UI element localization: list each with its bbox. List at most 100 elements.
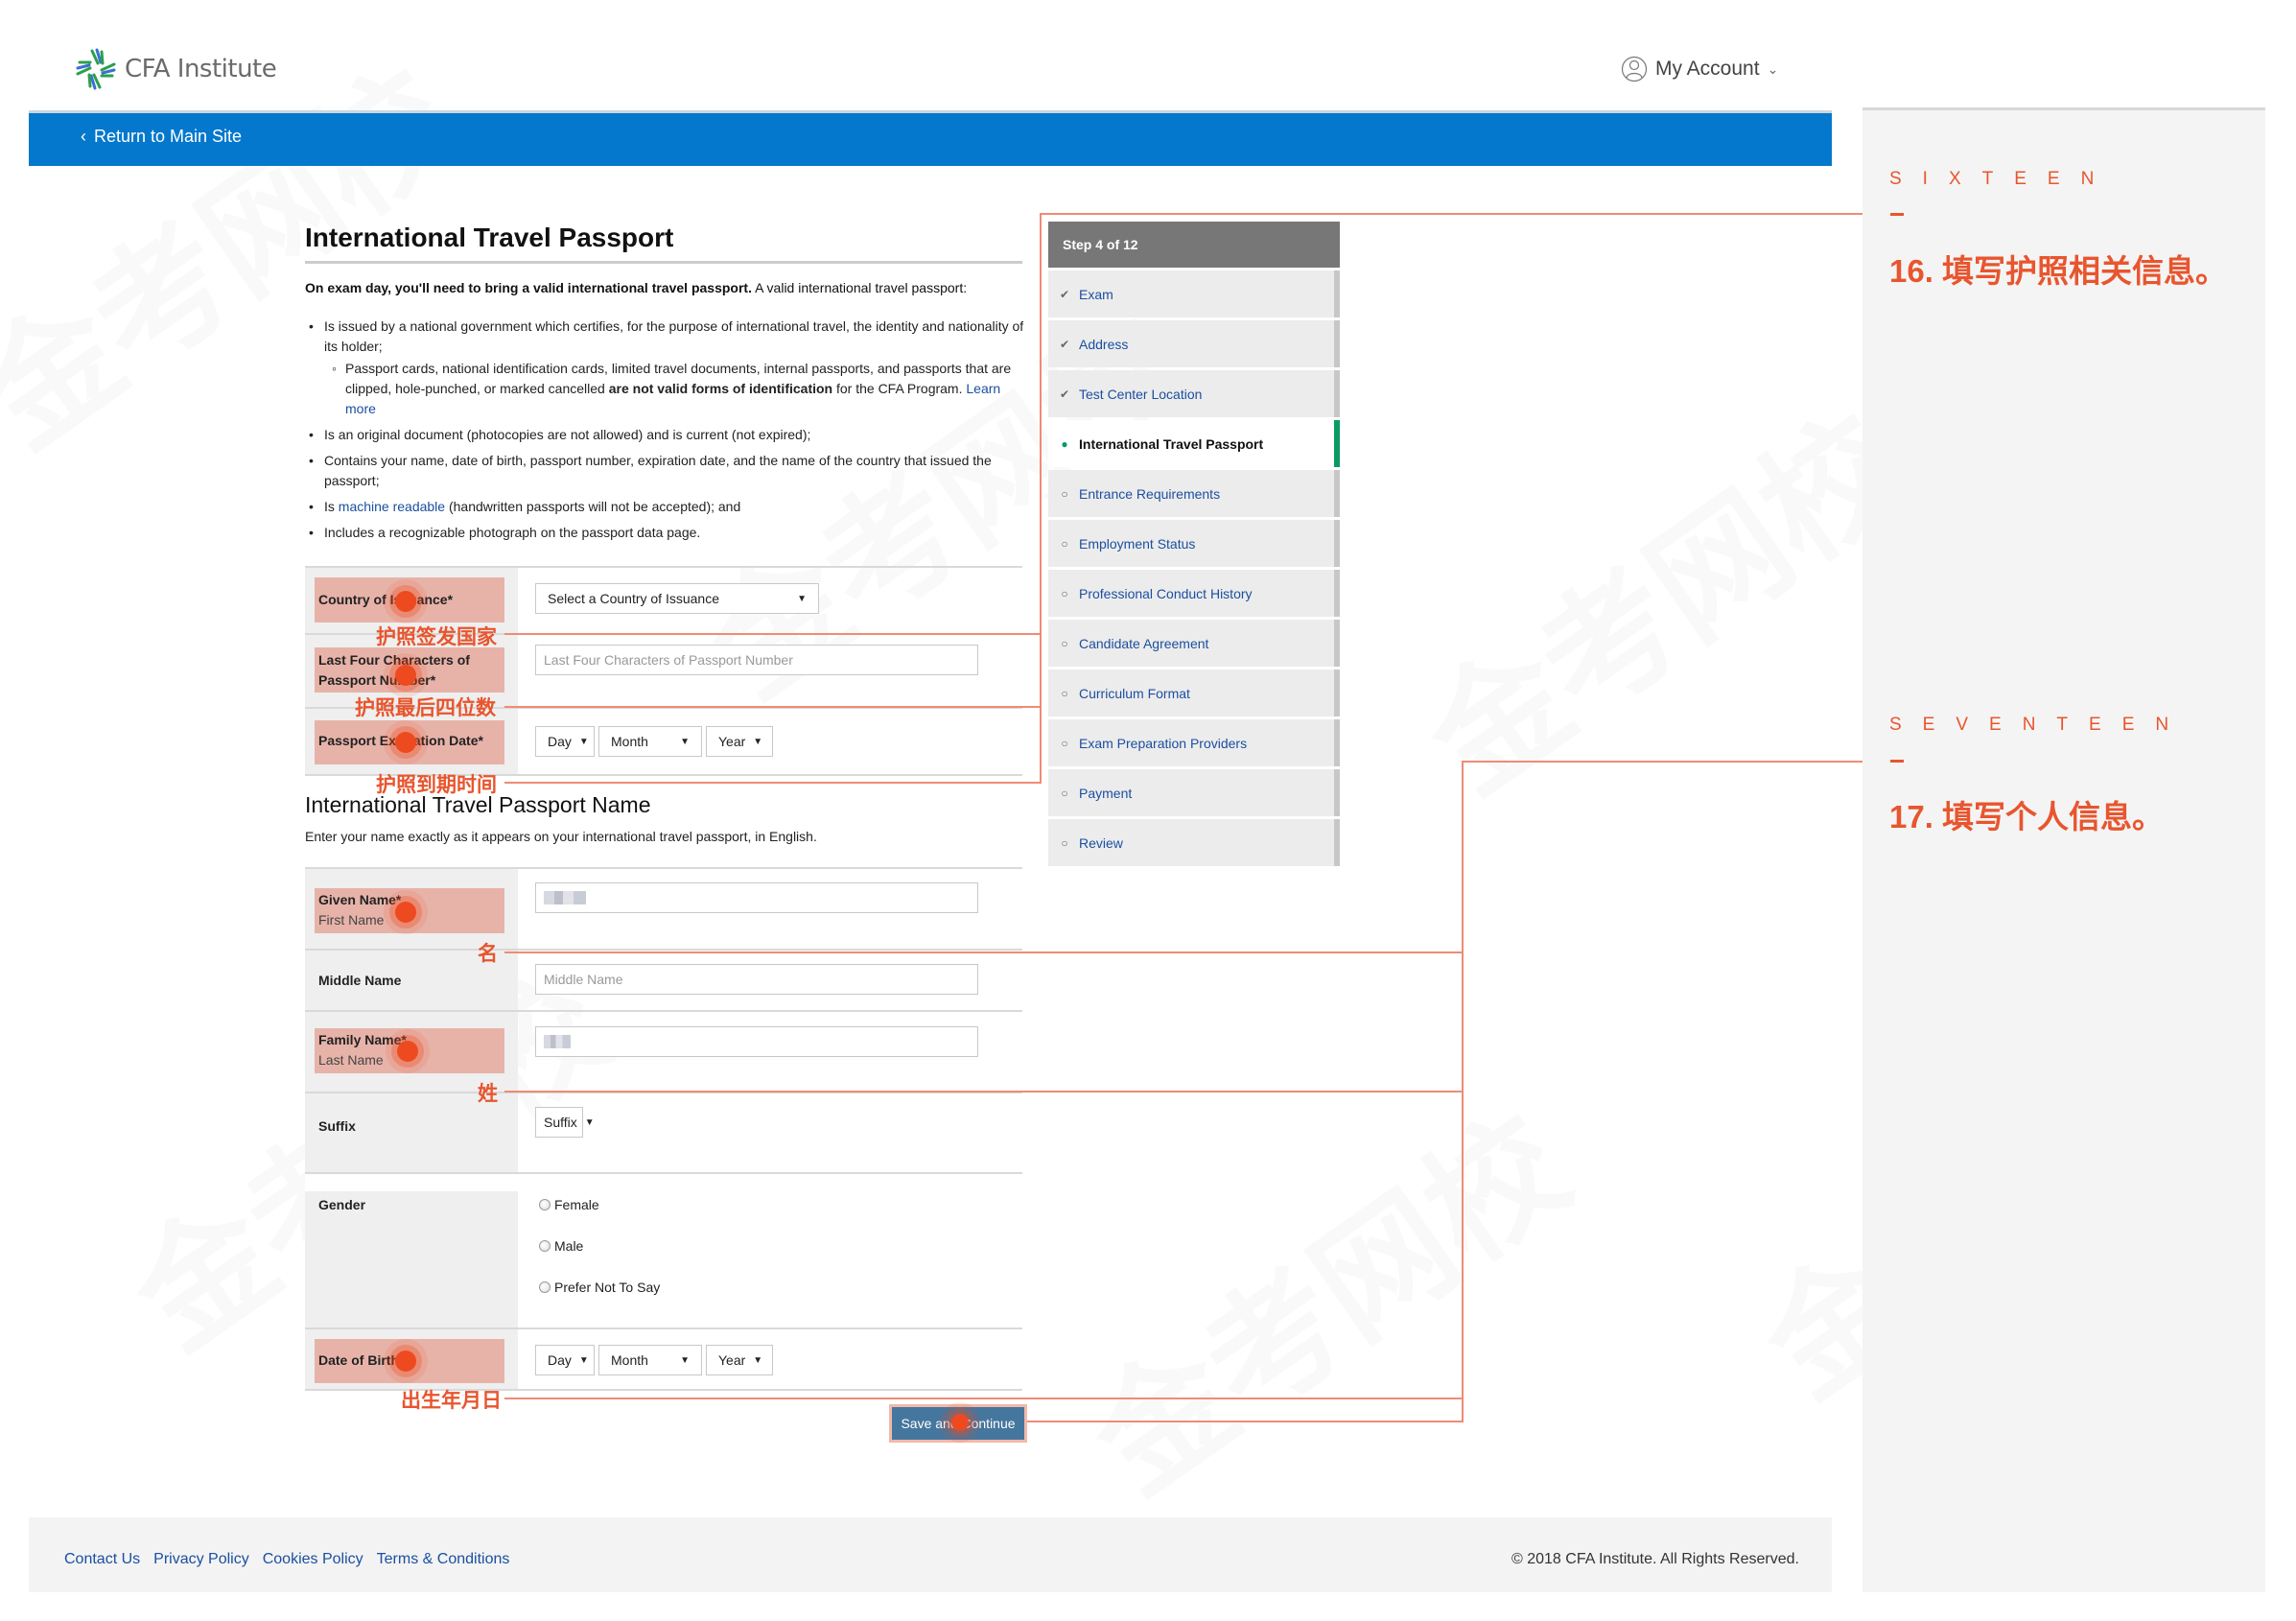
annotation-last-four: 护照最后四位数	[355, 697, 496, 719]
gender-prefer-not-radio[interactable]: Prefer Not To Say	[539, 1280, 660, 1295]
click-marker	[395, 665, 416, 686]
requirement-text: Is issued by a national government which…	[324, 318, 1024, 354]
dob-day-select[interactable]: Day ▼	[535, 1345, 595, 1375]
step-item-entrance-requirements[interactable]: ○ Entrance Requirements	[1048, 470, 1340, 517]
footer-link-cookies-policy[interactable]: Cookies Policy	[263, 1551, 363, 1568]
step-item-professional-conduct-history[interactable]: ○ Professional Conduct History	[1048, 570, 1340, 617]
step-label: Employment Status	[1079, 535, 1196, 552]
requirement-bold: are not valid forms of identification	[608, 381, 833, 396]
last-four-input[interactable]: Last Four Characters of Passport Number	[535, 645, 978, 675]
machine-readable-link[interactable]: machine readable	[339, 499, 445, 514]
step-item-exam-preparation-providers[interactable]: ○ Exam Preparation Providers	[1048, 719, 1340, 766]
step-label: Address	[1079, 336, 1129, 352]
step-label: Payment	[1079, 785, 1133, 801]
checkmark-icon: ✔	[1059, 337, 1070, 351]
expiration-year-select[interactable]: Year ▼	[706, 726, 773, 757]
year-value: Year	[718, 1352, 746, 1368]
registration-stepper: Step 4 of 12 ✔ Exam ✔ Address ✔ Test Center L…	[1048, 222, 1340, 866]
checkmark-icon: ✔	[1059, 287, 1070, 301]
watermark: 金考网校	[1384, 363, 1935, 830]
annotation-bracket	[1462, 761, 1464, 1422]
step16-title: 16. 填写护照相关信息。	[1889, 253, 2228, 289]
expiration-month-select[interactable]: Month ▼	[598, 726, 702, 757]
dropdown-arrow-icon: ▼	[753, 736, 763, 747]
gender-male-radio[interactable]: Male	[539, 1238, 583, 1254]
gender-label: Gender	[318, 1197, 366, 1212]
suffix-row: Suffix Suffix ▼	[305, 1092, 1022, 1174]
radio-icon	[539, 1281, 551, 1293]
step-item-curriculum-format[interactable]: ○ Curriculum Format	[1048, 670, 1340, 717]
intro-bold: On exam day, you'll need to bring a vali…	[305, 280, 752, 295]
dropdown-arrow-icon: ▼	[578, 736, 589, 747]
requirement-text: Includes a recognizable photograph on th…	[324, 525, 701, 540]
cfa-logo-icon	[76, 48, 116, 90]
click-marker	[395, 902, 416, 923]
step-item-employment-status[interactable]: ○ Employment Status	[1048, 520, 1340, 567]
footer-link-contact-us[interactable]: Contact Us	[64, 1551, 140, 1568]
my-account-label: My Account	[1655, 58, 1760, 80]
step-item-candidate-agreement[interactable]: ○ Candidate Agreement	[1048, 620, 1340, 667]
circle-icon: ○	[1061, 686, 1068, 700]
date-of-birth-row: Date of Birth* Day ▼ Month ▼ Year ▼	[305, 1327, 1022, 1389]
annotation-line	[504, 633, 1042, 635]
middle-name-label: Middle Name	[318, 973, 402, 988]
circle-icon: ○	[1061, 486, 1068, 501]
intro-rest: A valid international travel passport:	[751, 280, 968, 295]
step-label: Review	[1079, 834, 1123, 851]
annotation-line	[504, 1091, 1463, 1092]
dob-year-select[interactable]: Year ▼	[706, 1345, 773, 1375]
step-item-exam[interactable]: ✔ Exam	[1048, 270, 1340, 317]
country-select-value: Select a Country of Issuance	[548, 591, 719, 606]
footer-link-privacy-policy[interactable]: Privacy Policy	[153, 1551, 249, 1568]
family-name-input[interactable]	[535, 1026, 978, 1057]
annotation-line	[504, 951, 1463, 953]
requirement-text: Contains your name, date of birth, passp…	[324, 453, 992, 488]
step-item-review[interactable]: ○ Review	[1048, 819, 1340, 866]
footer-links: Contact Us Privacy Policy Cookies Policy…	[64, 1551, 509, 1568]
circle-icon: ○	[1061, 636, 1068, 650]
stepper-header: Step 4 of 12	[1048, 222, 1340, 268]
gender-row: Gender Female Male Prefer Not To Say	[305, 1174, 1022, 1327]
blurred-value	[544, 891, 586, 904]
return-to-main-site-link[interactable]: ‹ Return to Main Site	[81, 127, 242, 147]
suffix-select[interactable]: Suffix ▼	[535, 1107, 595, 1138]
last-four-label-line2: Passport Number*	[318, 672, 436, 688]
step-item-payment[interactable]: ○ Payment	[1048, 769, 1340, 816]
footer-link-terms[interactable]: Terms & Conditions	[377, 1551, 510, 1568]
step-label: Exam	[1079, 286, 1113, 302]
return-link-label: Return to Main Site	[94, 127, 243, 146]
step-item-international-travel-passport[interactable]: ● International Travel Passport	[1048, 420, 1340, 467]
step-item-address[interactable]: ✔ Address	[1048, 320, 1340, 367]
annotation-country: 护照签发国家	[376, 626, 497, 648]
cfa-logo[interactable]: CFA Institute	[75, 48, 277, 90]
family-name-sub: Last Name	[318, 1052, 384, 1068]
page-title: International Travel Passport	[305, 223, 674, 252]
radio-icon	[539, 1240, 551, 1252]
requirement-item: Includes a recognizable photograph on th…	[305, 523, 1034, 543]
dob-month-select[interactable]: Month ▼	[598, 1345, 702, 1375]
requirement-item: Is machine readable (handwritten passpor…	[305, 497, 1034, 517]
annotation-line	[1040, 213, 1863, 215]
requirement-text: for the CFA Program.	[832, 381, 967, 396]
last-four-label-line1: Last Four Characters of	[318, 652, 470, 668]
my-account-menu[interactable]: My Account ⌄	[1621, 56, 1778, 82]
radio-label: Male	[554, 1238, 584, 1254]
circle-icon: ○	[1061, 536, 1068, 551]
gender-female-radio[interactable]: Female	[539, 1197, 599, 1212]
brand-name: CFA Institute	[125, 55, 277, 83]
country-select[interactable]: Select a Country of Issuance ▼	[535, 583, 819, 614]
title-divider	[305, 261, 1022, 264]
step17-title: 17. 填写个人信息。	[1889, 799, 2165, 834]
step-item-test-center-location[interactable]: ✔ Test Center Location	[1048, 370, 1340, 417]
instruction-panel	[1863, 107, 2265, 1592]
top-nav-bar	[29, 110, 1832, 166]
middle-name-input[interactable]: Middle Name	[535, 964, 978, 995]
step-label: International Travel Passport	[1079, 435, 1264, 452]
given-name-input[interactable]	[535, 882, 978, 913]
step-label: Curriculum Format	[1079, 685, 1190, 701]
annotation-bracket	[1040, 213, 1042, 784]
click-marker	[951, 1414, 969, 1431]
click-marker	[395, 591, 416, 612]
expiration-day-select[interactable]: Day ▼	[535, 726, 595, 757]
blurred-value	[544, 1035, 571, 1048]
